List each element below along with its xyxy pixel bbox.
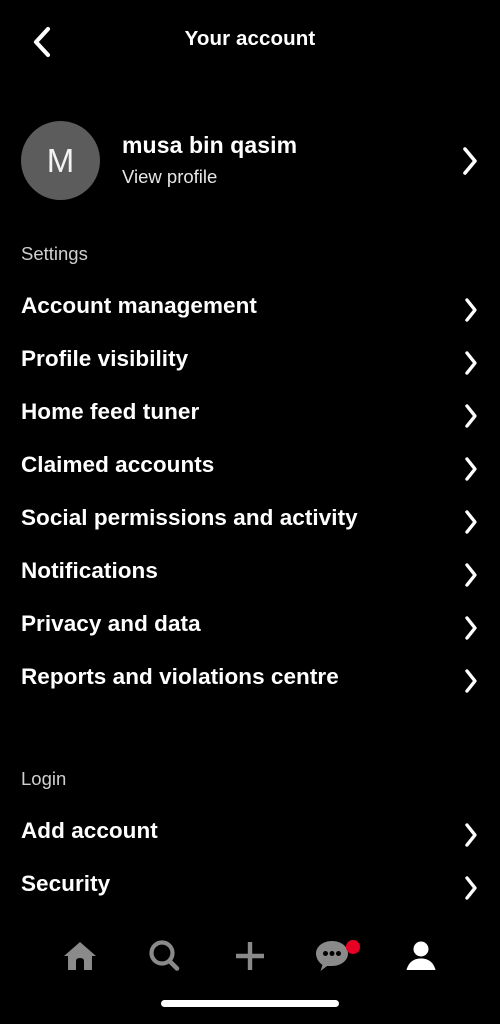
row-label: Profile visibility [21, 346, 189, 371]
chevron-right-icon [462, 667, 480, 695]
view-profile-label: View profile [122, 166, 218, 187]
row-label: Add account [21, 818, 158, 843]
row-label: Social permissions and activity [21, 505, 358, 530]
row-label: Claimed accounts [21, 452, 215, 477]
bottom-navigation-bar [0, 914, 500, 1024]
profile-row[interactable]: M musa bin qasim View profile [0, 116, 500, 206]
chevron-right-icon [462, 349, 480, 377]
row-label: Notifications [21, 558, 158, 583]
login-row-security[interactable]: Security [0, 865, 500, 909]
nav-item-messages[interactable] [299, 928, 371, 988]
settings-row-account-management[interactable]: Account management [0, 287, 500, 331]
settings-row-social-permissions-and-activity[interactable]: Social permissions and activity [0, 499, 500, 543]
page-title: Your account [184, 27, 316, 50]
row-label: Privacy and data [21, 611, 201, 636]
chevron-right-icon [462, 508, 480, 536]
home-icon [62, 939, 98, 978]
nav-item-home[interactable] [44, 928, 116, 988]
account-settings-screen: Your account M musa bin qasim View profi… [0, 0, 500, 1024]
section-header-login: Login [21, 768, 67, 789]
settings-row-notifications[interactable]: Notifications [0, 552, 500, 596]
avatar: M [21, 121, 100, 200]
chevron-right-icon [462, 455, 480, 483]
nav-item-search[interactable] [128, 928, 200, 988]
chevron-right-icon [462, 614, 480, 642]
settings-row-home-feed-tuner[interactable]: Home feed tuner [0, 393, 500, 437]
chevron-right-icon [462, 402, 480, 430]
home-indicator-bar [161, 1000, 339, 1007]
login-row-add-account[interactable]: Add account [0, 812, 500, 856]
row-label: Reports and violations centre [21, 664, 339, 689]
chevron-right-icon [462, 561, 480, 589]
chevron-right-icon [460, 145, 480, 177]
chevron-right-icon [462, 296, 480, 324]
plus-icon [232, 938, 268, 979]
nav-item-create[interactable] [214, 928, 286, 988]
nav-item-profile[interactable] [385, 928, 457, 988]
profile-icon [404, 939, 438, 978]
row-label: Home feed tuner [21, 399, 200, 424]
profile-name: musa bin qasim [122, 132, 298, 158]
chevron-right-icon [462, 821, 480, 849]
settings-row-reports-and-violations-centre[interactable]: Reports and violations centre [0, 658, 500, 702]
settings-row-privacy-and-data[interactable]: Privacy and data [0, 605, 500, 649]
header: Your account [0, 0, 500, 82]
settings-row-profile-visibility[interactable]: Profile visibility [0, 340, 500, 384]
row-label: Account management [21, 293, 257, 318]
row-label: Security [21, 871, 111, 896]
search-icon [146, 938, 182, 979]
section-header-settings: Settings [21, 243, 88, 264]
chevron-right-icon [462, 874, 480, 902]
settings-row-claimed-accounts[interactable]: Claimed accounts [0, 446, 500, 490]
notification-badge [346, 940, 360, 954]
avatar-initial: M [46, 141, 75, 179]
